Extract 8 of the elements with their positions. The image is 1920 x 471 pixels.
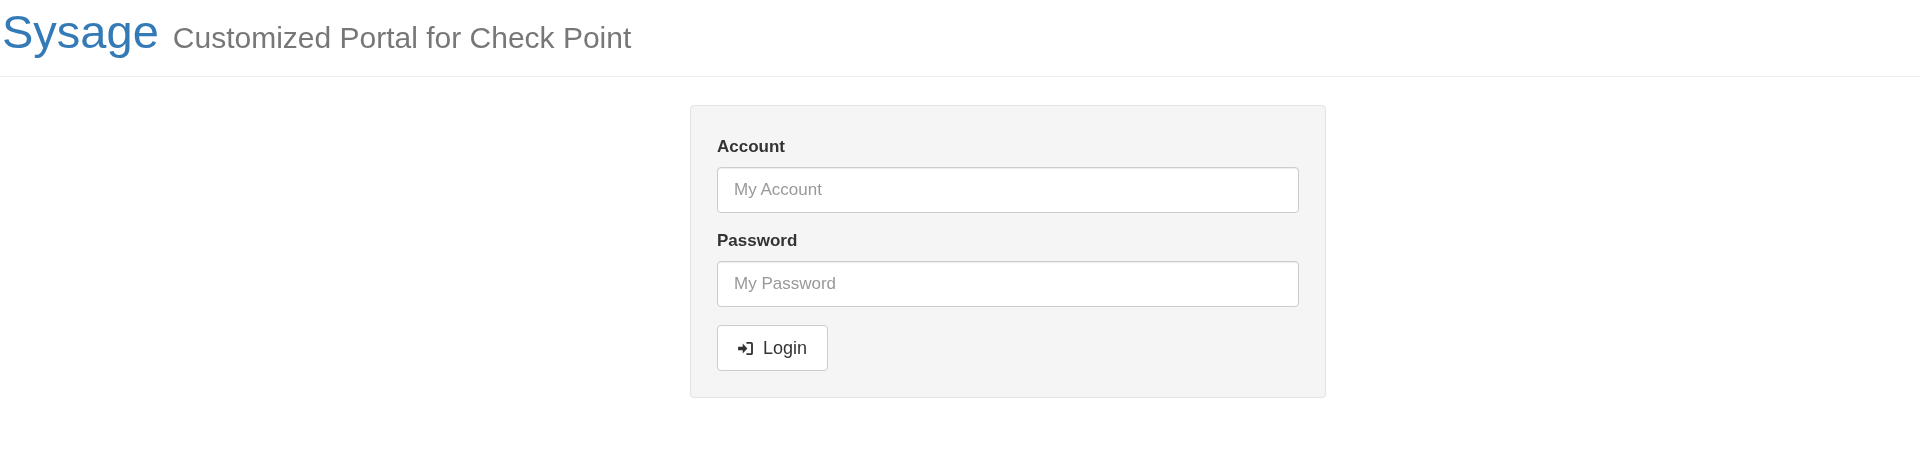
page-subtitle: Customized Portal for Check Point: [172, 21, 632, 55]
sign-in-icon: [738, 341, 753, 355]
field-label: Password: [717, 231, 799, 251]
field-label: Account: [717, 137, 786, 157]
brand-title: Sysage: [2, 6, 159, 58]
input-field[interactable]: My Password: [717, 261, 1299, 307]
login-button[interactable]: Login: [717, 325, 829, 371]
input-field[interactable]: My Account: [717, 167, 1299, 213]
